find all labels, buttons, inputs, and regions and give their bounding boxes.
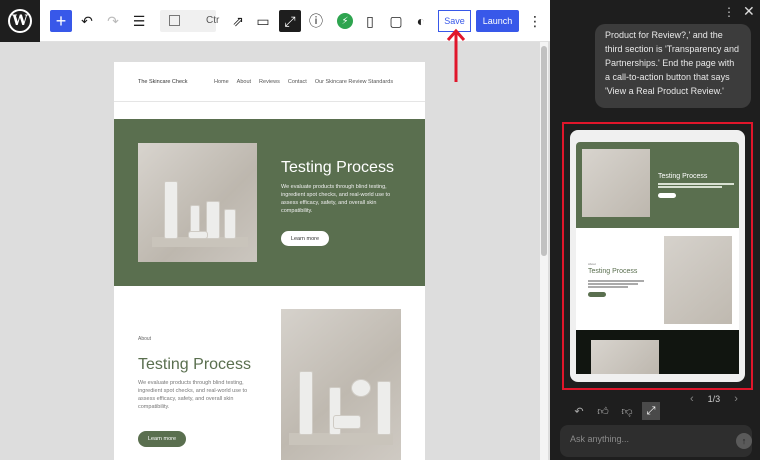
section-product-image[interactable] [281, 309, 401, 460]
hero-section[interactable]: Testing Process We evaluate products thr… [114, 119, 425, 286]
section-text[interactable]: We evaluate products through blind testi… [138, 379, 258, 411]
contrast-icon[interactable]: ◐ [410, 10, 432, 32]
close-icon[interactable]: ✕ [743, 3, 755, 20]
wordpress-icon: W [8, 9, 32, 33]
editor-toolbar: W + ↶ ↷ ☰ Ctr ⇗ ▭ ⤢ ⓘ ⚡ ▯ ▢ ◐ Save Launc… [0, 0, 550, 42]
site-title[interactable]: The Skincare Check [138, 79, 188, 85]
nav-item-contact[interactable]: Contact [288, 79, 307, 85]
preview-dark-section [576, 330, 739, 374]
redo-icon[interactable]: ↷ [102, 10, 124, 32]
performance-icon[interactable]: ⚡ [337, 13, 353, 29]
site-header: The Skincare Check Home About Reviews Co… [114, 62, 425, 102]
preview-hero-image [582, 149, 650, 217]
nav-item-about[interactable]: About [237, 79, 251, 85]
layout-icon [169, 15, 180, 26]
section-title[interactable]: Testing Process [138, 356, 251, 374]
preview-hero-title: Testing Process [658, 173, 708, 180]
more-options-icon[interactable]: ⋮ [524, 10, 546, 32]
preview-highlight-frame: Testing Process About Testing Process [562, 122, 753, 390]
previous-icon[interactable]: ‹ [690, 393, 694, 405]
thumbs-up-icon[interactable]: 👍︎ [594, 402, 612, 420]
expand-icon[interactable]: ⤢ [642, 402, 660, 420]
sidebar-toggle-icon[interactable]: ▯ [359, 10, 381, 32]
document-bar[interactable]: Ctr [160, 10, 220, 32]
preview-section: About Testing Process [576, 228, 739, 330]
preview-section-kicker: About [588, 262, 596, 266]
preview-pager: ‹ 1/3 › [690, 393, 738, 405]
ai-assistant-panel: ⋮ ✕ Product for Review?,' and the third … [550, 0, 760, 460]
preview-hero: Testing Process [576, 142, 739, 228]
preview-section-image [664, 236, 732, 324]
comment-icon[interactable]: ▢ [385, 10, 407, 32]
undo-icon[interactable]: ↶ [76, 10, 98, 32]
ask-box: ↑ [560, 425, 752, 457]
document-title: Ctr [206, 15, 220, 26]
launch-button[interactable]: Launch [476, 10, 519, 32]
section-learn-more-button[interactable]: Learn more [138, 431, 186, 447]
site-navigation: Home About Reviews Contact Our Skincare … [214, 79, 393, 85]
retry-icon[interactable]: ↶ [570, 402, 588, 420]
nav-item-home[interactable]: Home [214, 79, 229, 85]
hero-text[interactable]: We evaluate products through blind testi… [281, 183, 403, 215]
red-arrow-annotation [446, 28, 466, 82]
hero-learn-more-button[interactable]: Learn more [281, 231, 329, 246]
preview-section-title: Testing Process [588, 268, 638, 275]
panel-more-icon[interactable]: ⋮ [723, 5, 735, 19]
wordpress-logo-button[interactable]: W [0, 0, 40, 42]
add-block-button[interactable]: + [50, 10, 72, 32]
layout-preview-card[interactable]: Testing Process About Testing Process [570, 130, 745, 382]
desktop-preview-icon[interactable]: ▭ [252, 10, 274, 32]
preview-hero-button [658, 193, 676, 198]
section-kicker[interactable]: About [138, 336, 151, 342]
hero-product-image[interactable] [138, 143, 257, 262]
editor-canvas: The Skincare Check Home About Reviews Co… [114, 62, 425, 460]
pager-count: 1/3 [707, 394, 721, 404]
thumbs-down-icon[interactable]: 👎︎ [618, 402, 636, 420]
fullscreen-icon[interactable]: ⤢ [279, 10, 301, 32]
editor-scrollbar[interactable] [540, 42, 548, 460]
scrollbar-thumb[interactable] [541, 46, 547, 256]
help-icon[interactable]: ⓘ [305, 10, 327, 32]
send-icon[interactable]: ↑ [736, 433, 752, 449]
preview-section-button [588, 292, 606, 297]
list-view-icon[interactable]: ☰ [128, 10, 150, 32]
hero-title[interactable]: Testing Process [281, 159, 394, 177]
nav-item-standards[interactable]: Our Skincare Review Standards [315, 79, 393, 85]
ask-input[interactable] [570, 434, 720, 444]
preview-dark-image [591, 340, 659, 374]
chat-message-bubble: Product for Review?,' and the third sect… [595, 24, 751, 108]
message-actions: ↶ 👍︎ 👎︎ ⤢ [570, 402, 660, 420]
external-link-icon[interactable]: ⇗ [227, 10, 249, 32]
next-icon[interactable]: › [734, 393, 738, 405]
nav-item-reviews[interactable]: Reviews [259, 79, 280, 85]
